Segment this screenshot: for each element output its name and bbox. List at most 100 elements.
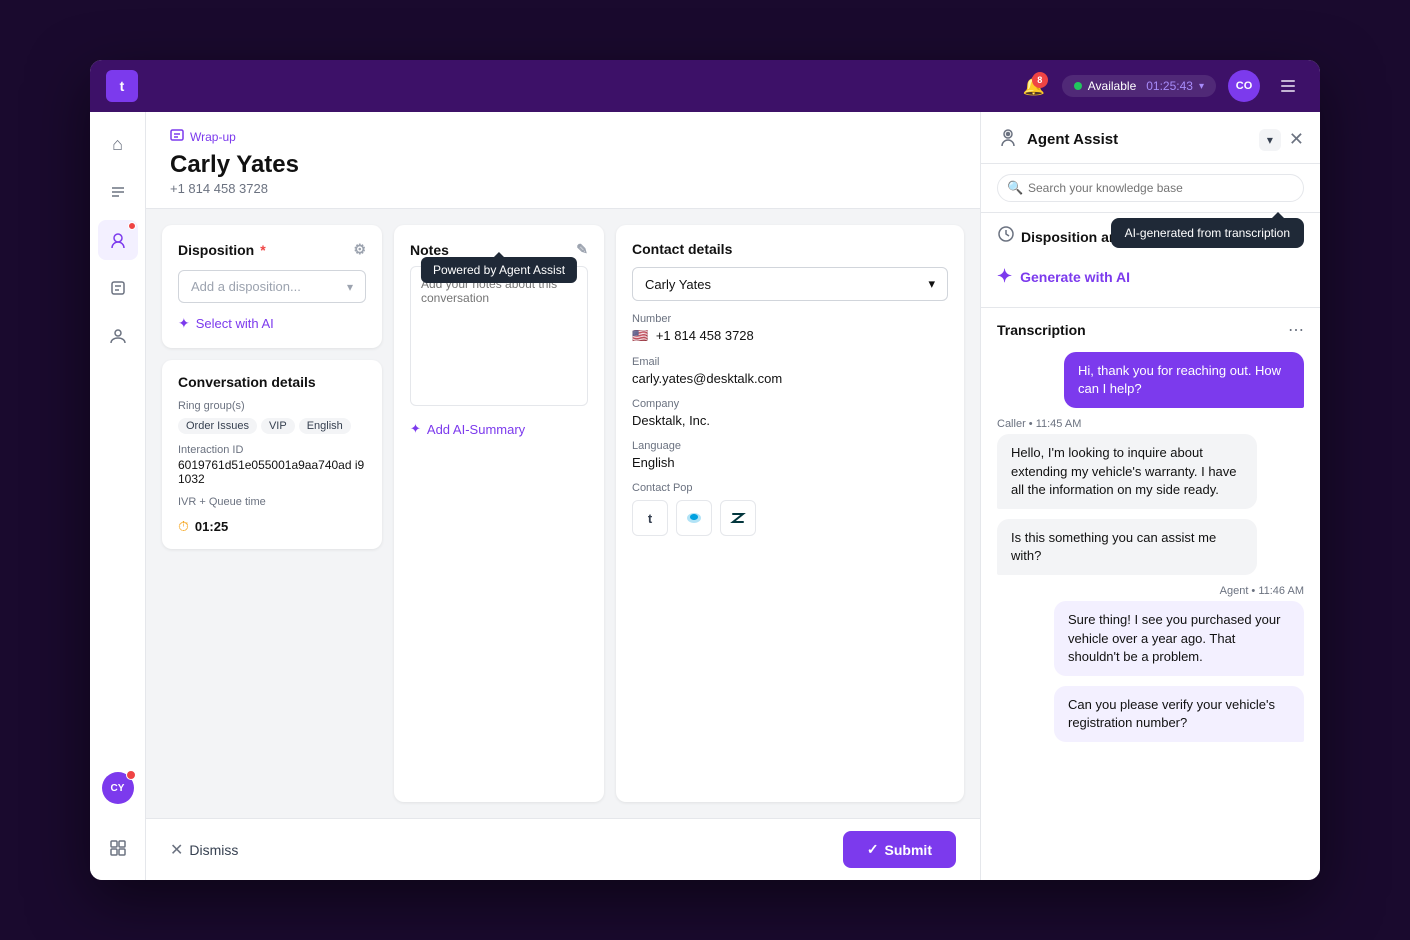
dismiss-x-icon: ✕ [170, 840, 183, 860]
transcription-more-button[interactable]: ⋯ [1288, 320, 1304, 340]
wrapup-label: Wrap-up [170, 128, 956, 145]
agent-label-2: Agent • 11:46 AM [1220, 585, 1304, 597]
add-ai-summary-button[interactable]: ✦ Add AI-Summary [410, 421, 588, 437]
ai-stars-icon: ✦ [178, 315, 190, 332]
caller-label-1: Caller • 11:45 AM [997, 418, 1304, 430]
tag-english: English [299, 418, 351, 434]
agent-assist-bot-icon [997, 126, 1019, 153]
tag-list: Order Issues VIP English [178, 418, 366, 434]
left-sidebar: ⌂ [90, 112, 146, 880]
disposition-dropdown[interactable]: Add a disposition... ▾ [178, 270, 366, 303]
sidebar-item-agent[interactable] [98, 220, 138, 260]
contact-name-header: Carly Yates [170, 151, 956, 179]
generate-stars-icon: ✦ [997, 266, 1012, 287]
interaction-id-label: Interaction ID [178, 444, 366, 456]
contact-number-value: 🇺🇸 +1 814 458 3728 [632, 328, 948, 344]
wrapup-text: Wrap-up [190, 130, 236, 144]
agent-assist-panel: Agent Assist ▾ ✕ 🔍 AI-generated from tra… [980, 112, 1320, 880]
contact-company-field: Company Desktalk, Inc. [632, 398, 948, 428]
ring-groups-label: Ring group(s) [178, 400, 366, 412]
contact-dropdown-chevron: ▾ [928, 276, 935, 292]
add-ai-stars-icon: ✦ [410, 421, 421, 437]
caller-message-2: Is this something you can assist me with… [997, 519, 1304, 575]
agent-assist-search-row: 🔍 AI-generated from transcription [981, 164, 1320, 213]
contact-details-title: Contact details [632, 241, 948, 257]
contact-pop-salesforce-icon[interactable] [676, 500, 712, 536]
contact-name-dropdown[interactable]: Carly Yates ▾ [632, 267, 948, 301]
notification-badge: 8 [1032, 72, 1048, 88]
disposition-summary-icon [997, 225, 1015, 248]
conversation-details-panel: Conversation details Ring group(s) Order… [162, 360, 382, 549]
status-chevron: ▾ [1199, 81, 1204, 92]
top-bar: t 🔔 8 Available 01:25:43 ▾ CO [90, 60, 1320, 112]
caller-bubble-1: Hello, I'm looking to inquire about exte… [997, 434, 1257, 509]
ivr-time-value: 01:25 [195, 519, 228, 534]
submit-button[interactable]: ✓ Submit [843, 831, 956, 868]
content-area: Wrap-up Carly Yates +1 814 458 3728 Disp… [146, 112, 980, 880]
notes-menu-icon[interactable]: ✎ [576, 241, 588, 258]
caller-bubble-2: Is this something you can assist me with… [997, 519, 1257, 575]
wrapup-icon [170, 128, 184, 145]
dropdown-chevron-icon: ▾ [347, 280, 353, 294]
submit-check-icon: ✓ [867, 841, 879, 858]
contact-details-panel: Contact details Carly Yates ▾ Number 🇺🇸 … [616, 225, 964, 802]
contact-phone-header: +1 814 458 3728 [170, 181, 956, 196]
app-logo: t [106, 70, 138, 102]
main-layout: ⌂ [90, 112, 1320, 880]
clock-icon: ⏱ [178, 518, 189, 535]
conv-details-title: Conversation details [178, 374, 366, 390]
sidebar-item-tasks[interactable] [98, 268, 138, 308]
agent-assist-header: Agent Assist ▾ ✕ [981, 112, 1320, 164]
disposition-info-icon[interactable]: ⚙ [353, 241, 366, 258]
user-sidebar-avatar[interactable]: CY [102, 772, 134, 804]
agent-message-2: Agent • 11:46 AM Sure thing! I see you p… [997, 585, 1304, 676]
sidebar-item-home[interactable]: ⌂ [98, 124, 138, 164]
agent-message-3: Can you please verify your vehicle's reg… [997, 686, 1304, 742]
generate-with-ai-button[interactable]: ✦ Generate with AI [997, 258, 1304, 295]
sidebar-item-list[interactable] [98, 172, 138, 212]
wrapup-header: Wrap-up Carly Yates +1 814 458 3728 [146, 112, 980, 209]
ivr-label: IVR + Queue time [178, 496, 366, 508]
interaction-id-value: 6019761d51e055001a9aa740ad i91032 [178, 458, 366, 486]
ivr-time-row: ⏱ 01:25 [178, 518, 366, 535]
notes-title: Notes ✎ [410, 241, 588, 258]
left-panels-column: Disposition * ⚙ Add a disposition... ▾ ✦… [162, 225, 382, 802]
agent-bubble-2: Sure thing! I see you purchased your veh… [1054, 601, 1304, 676]
contact-number-field: Number 🇺🇸 +1 814 458 3728 [632, 313, 948, 344]
tag-order-issues: Order Issues [178, 418, 257, 434]
tag-vip: VIP [261, 418, 295, 434]
ai-generated-tooltip: AI-generated from transcription [1111, 218, 1304, 248]
transcription-title: Transcription [997, 322, 1086, 338]
caller-message-1: Caller • 11:45 AM Hello, I'm looking to … [997, 418, 1304, 509]
agent-assist-close-button[interactable]: ✕ [1289, 129, 1304, 150]
contact-pop-icons-row: t [632, 500, 948, 536]
status-dot [1074, 82, 1082, 90]
availability-status[interactable]: Available 01:25:43 ▾ [1062, 75, 1216, 97]
contact-pop-zendesk-icon[interactable] [720, 500, 756, 536]
sidebar-avatar-badge [126, 770, 136, 780]
status-timer: 01:25:43 [1146, 79, 1193, 93]
agent-assist-dropdown-button[interactable]: ▾ [1259, 129, 1281, 151]
dismiss-button[interactable]: ✕ Dismiss [170, 840, 238, 860]
notes-panel: Powered by Agent Assist Notes ✎ ✦ Add AI… [394, 225, 604, 802]
disposition-placeholder: Add a disposition... [191, 279, 301, 294]
contact-language-field: Language English [632, 440, 948, 470]
transcription-section: Transcription ⋯ Hi, thank you for reachi… [981, 308, 1320, 880]
menu-button[interactable] [1272, 70, 1304, 102]
agent-assist-title: Agent Assist [1027, 131, 1251, 148]
disposition-panel: Disposition * ⚙ Add a disposition... ▾ ✦… [162, 225, 382, 348]
flag-icon: 🇺🇸 [632, 328, 648, 343]
disposition-title: Disposition * ⚙ [178, 241, 366, 258]
knowledge-base-search-input[interactable] [997, 174, 1304, 202]
notification-button[interactable]: 🔔 8 [1018, 70, 1050, 102]
agent-bubble-1: Hi, thank you for reaching out. How can … [1064, 352, 1304, 408]
notes-textarea[interactable] [410, 266, 588, 406]
user-avatar-button[interactable]: CO [1228, 70, 1260, 102]
required-star: * [260, 242, 265, 258]
contact-email-field: Email carly.yates@desktalk.com [632, 356, 948, 386]
contact-pop-field: Contact Pop t [632, 482, 948, 536]
sidebar-item-apps[interactable] [98, 828, 138, 868]
sidebar-item-contacts[interactable] [98, 316, 138, 356]
contact-pop-t-icon[interactable]: t [632, 500, 668, 536]
select-with-ai-button[interactable]: ✦ Select with AI [178, 315, 366, 332]
